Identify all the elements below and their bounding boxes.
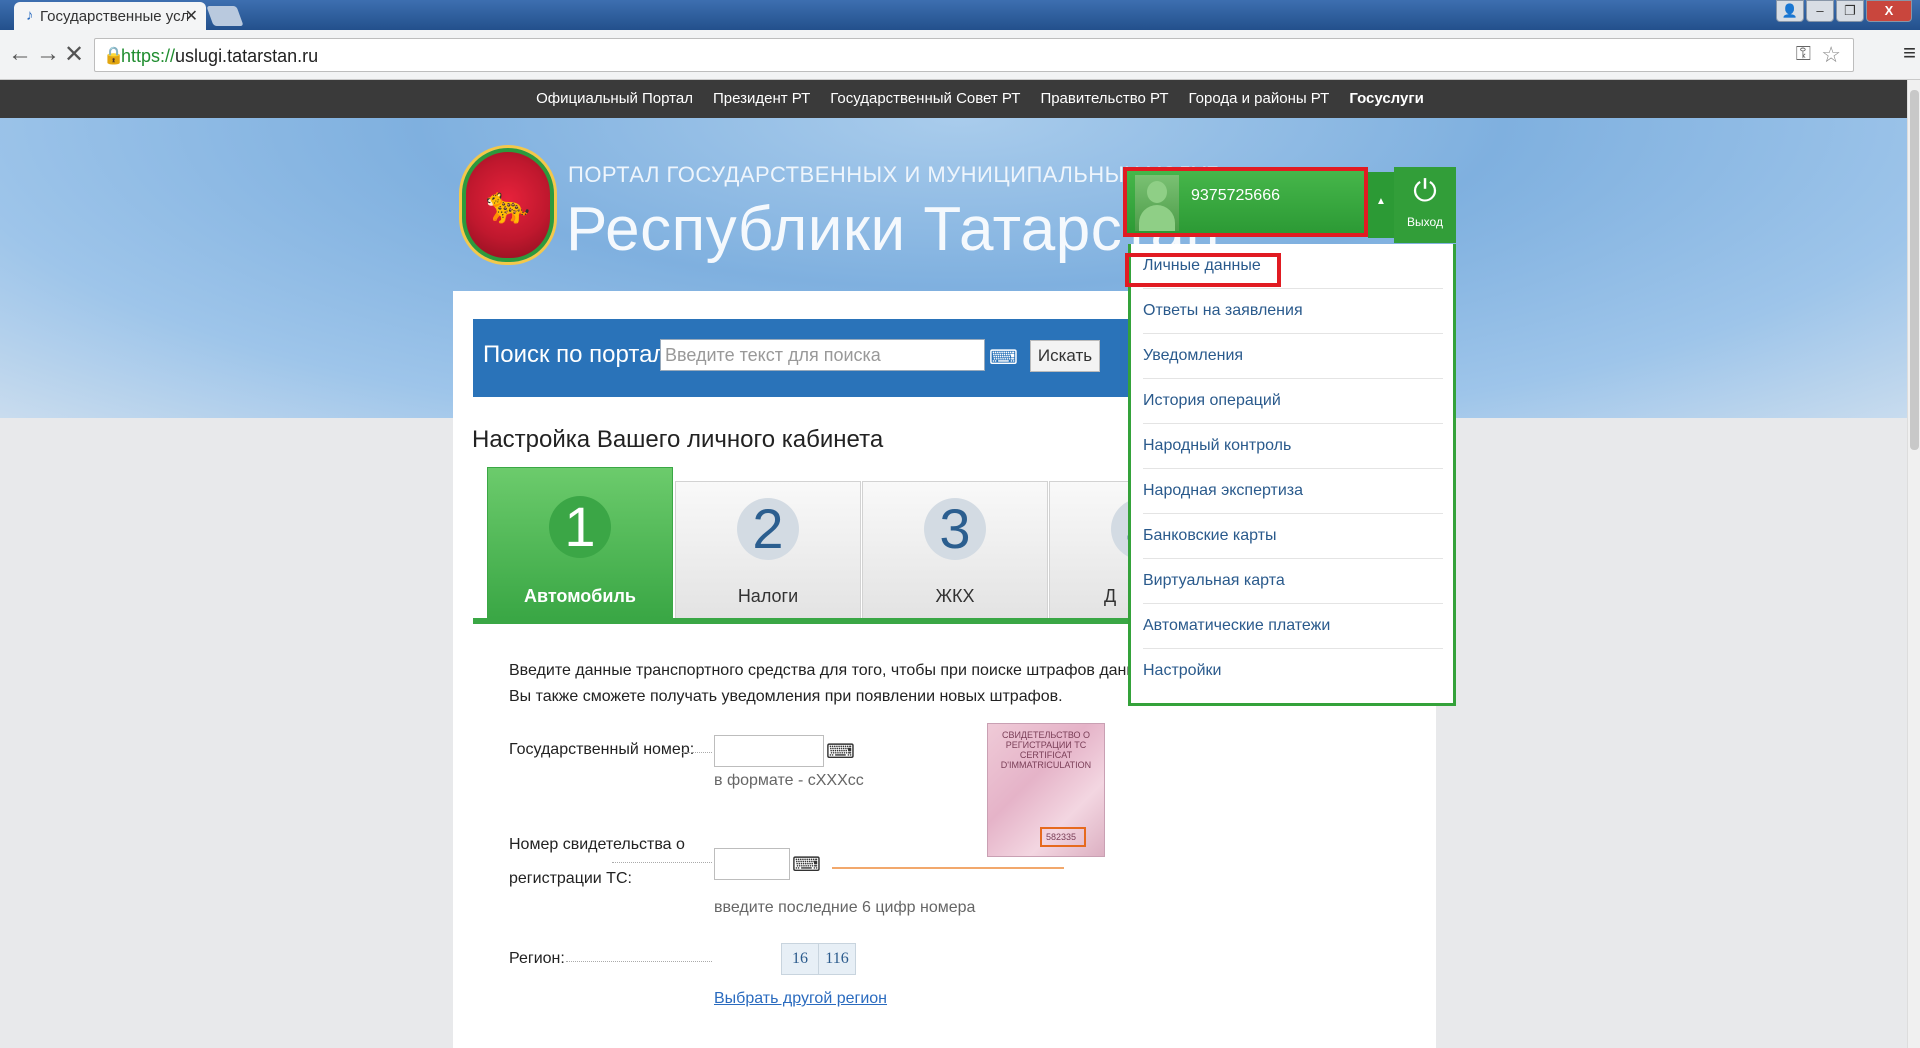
page-scrollbar[interactable] <box>1907 80 1920 1048</box>
region-code-16: 16 <box>781 943 819 975</box>
nav-gosuslugi[interactable]: Госуслуги <box>1349 90 1424 107</box>
plate-format-hint: в формате - сХХХсс <box>714 772 864 789</box>
cert-pointer-line <box>832 867 1064 869</box>
cert-subheading: CERTIFICAT D'IMMATRICULATION <box>1000 750 1092 770</box>
user-profile-icon[interactable]: 👤 <box>1776 0 1804 22</box>
browser-tab-title: Государственные услуги <box>40 8 188 25</box>
cert-number-highlight: 582335 <box>1040 827 1086 847</box>
dotted-leader <box>612 862 712 863</box>
cert-number-label-line1: Номер свидетельства о <box>509 836 685 853</box>
cert-number-input[interactable] <box>714 848 790 880</box>
username: 9375725666 <box>1191 187 1280 204</box>
page-favicon-icon: ♪ <box>26 7 34 24</box>
tab-fourth[interactable]: 4 Д <box>1049 481 1129 619</box>
stop-loading-icon[interactable]: ✕ <box>64 40 84 69</box>
restore-window-button[interactable]: ❐ <box>1836 0 1864 22</box>
close-tab-icon[interactable]: ✕ <box>185 6 198 26</box>
highlight-box <box>1125 253 1281 287</box>
intro-text: Введите данные транспортного средства дл… <box>509 658 1129 710</box>
nav-state-council[interactable]: Государственный Совет РТ <box>830 90 1020 107</box>
bookmark-star-icon[interactable]: ☆ <box>1821 42 1841 68</box>
minimize-window-button[interactable]: ‒ <box>1806 0 1834 22</box>
url-text[interactable]: https://uslugi.tatarstan.ru <box>121 46 318 67</box>
cert-number-hint: введите последние 6 цифр номера <box>714 899 976 916</box>
step-number: 4 <box>1111 498 1128 560</box>
keyboard-icon[interactable]: ⌨ <box>792 852 821 877</box>
caret-up-icon[interactable]: ▲ <box>1368 172 1394 238</box>
registration-certificate-image: СВИДЕТЕЛЬСТВО О РЕГИСТРАЦИИ ТС CERTIFICA… <box>987 723 1105 857</box>
search-label: Поиск по порталу: <box>483 341 686 368</box>
nav-government[interactable]: Правительство РТ <box>1040 90 1168 107</box>
tab-label: ЖКХ <box>935 586 975 606</box>
menu-item-notifications[interactable]: Уведомления <box>1143 334 1443 379</box>
choose-other-region-link[interactable]: Выбрать другой регион <box>714 990 887 1008</box>
keyboard-icon[interactable]: ⌨ <box>826 739 855 764</box>
back-arrow-icon[interactable]: ← <box>8 40 32 68</box>
step-number: 2 <box>737 498 799 560</box>
forward-arrow-icon[interactable]: → <box>36 40 60 68</box>
menu-item-bank-cards[interactable]: Банковские карты <box>1143 514 1443 559</box>
tab-label: Налоги <box>737 586 799 606</box>
scrollbar-thumb[interactable] <box>1910 90 1919 450</box>
cert-number: 582335 <box>1046 832 1077 842</box>
browser-tab-strip: ♪ Государственные услуги ✕ 👤 ‒ ❐ X <box>0 0 1920 30</box>
nav-president[interactable]: Президент РТ <box>713 90 810 107</box>
menu-item-application-answers[interactable]: Ответы на заявления <box>1143 289 1443 334</box>
intro-line-2: Вы также сможете получать уведомления пр… <box>509 688 1063 705</box>
menu-item-auto-payments[interactable]: Автоматические платежи <box>1143 604 1443 649</box>
cert-number-label-line2: регистрации ТС: <box>509 870 632 887</box>
plate-number-input[interactable] <box>714 735 824 767</box>
user-dropdown-menu: Личные данные Ответы на заявления Уведом… <box>1125 244 1456 706</box>
tab-utilities[interactable]: 3 ЖКХ <box>862 481 1048 619</box>
nav-cities[interactable]: Города и районы РТ <box>1189 90 1330 107</box>
search-button[interactable]: Искать <box>1030 340 1100 372</box>
menu-item-public-control[interactable]: Народный контроль <box>1143 424 1443 469</box>
settings-title: Настройка Вашего личного кабинета <box>472 426 884 453</box>
browser-tab[interactable]: ♪ Государственные услуги ✕ <box>14 2 206 30</box>
browser-toolbar: ← → ✕ 🔒 https://uslugi.tatarstan.ru ⚿ ☆ … <box>0 30 1920 80</box>
browser-menu-icon[interactable]: ≡ <box>1903 40 1916 66</box>
tab-underline <box>473 618 1128 624</box>
power-icon: ⏻ <box>1413 175 1437 208</box>
nav-official-portal[interactable]: Официальный Портал <box>536 90 693 107</box>
step-number: 1 <box>549 496 611 558</box>
search-input[interactable] <box>660 339 985 371</box>
snow-leopard-icon: 🐆 <box>485 184 531 225</box>
menu-item-public-expertise[interactable]: Народная экспертиза <box>1143 469 1443 514</box>
tab-taxes[interactable]: 2 Налоги <box>675 481 861 619</box>
logout-label: Выход <box>1407 215 1443 229</box>
step-number: 3 <box>924 498 986 560</box>
avatar <box>1135 175 1179 231</box>
portal-search-bar: Поиск по порталу: ⌨ Искать <box>473 319 1153 397</box>
key-icon[interactable]: ⚿ <box>1796 43 1811 66</box>
menu-item-virtual-card[interactable]: Виртуальная карта <box>1143 559 1443 604</box>
tab-label: Автомобиль <box>524 586 636 606</box>
new-tab-button[interactable] <box>206 6 244 26</box>
user-account-box[interactable]: 9375725666 <box>1123 167 1368 237</box>
keyboard-icon[interactable]: ⌨ <box>989 345 1018 370</box>
logout-button[interactable]: ⏻ Выход <box>1394 167 1456 243</box>
address-bar[interactable]: 🔒 https://uslugi.tatarstan.ru ⚿ ☆ <box>94 38 1854 72</box>
portal-subtitle: ПОРТАЛ ГОСУДАРСТВЕННЫХ И МУНИЦИПАЛЬНЫХ У… <box>568 162 1219 187</box>
url-host: uslugi.tatarstan.ru <box>175 46 319 66</box>
tab-automobile[interactable]: 1 Автомобиль <box>487 467 673 619</box>
intro-line-1: Введите данные транспортного средства дл… <box>509 662 1129 679</box>
site-top-nav: Официальный Портал Президент РТ Государс… <box>0 80 1920 118</box>
window-controls: 👤 ‒ ❐ X <box>1776 0 1912 24</box>
plate-number-label: Государственный номер: <box>509 741 695 758</box>
region-code-116: 116 <box>818 943 856 975</box>
menu-item-settings[interactable]: Настройки <box>1143 649 1443 694</box>
region-label: Регион: <box>509 950 565 967</box>
close-window-button[interactable]: X <box>1866 0 1912 22</box>
tab-label: Д <box>1104 586 1117 606</box>
tatarstan-emblem-logo[interactable]: 🐆 <box>462 148 554 262</box>
dotted-leader <box>566 961 712 962</box>
menu-item-operations-history[interactable]: История операций <box>1143 379 1443 424</box>
dotted-leader <box>682 752 712 753</box>
url-scheme: https:// <box>121 46 176 66</box>
cert-heading: СВИДЕТЕЛЬСТВО О РЕГИСТРАЦИИ ТС <box>1001 730 1091 750</box>
